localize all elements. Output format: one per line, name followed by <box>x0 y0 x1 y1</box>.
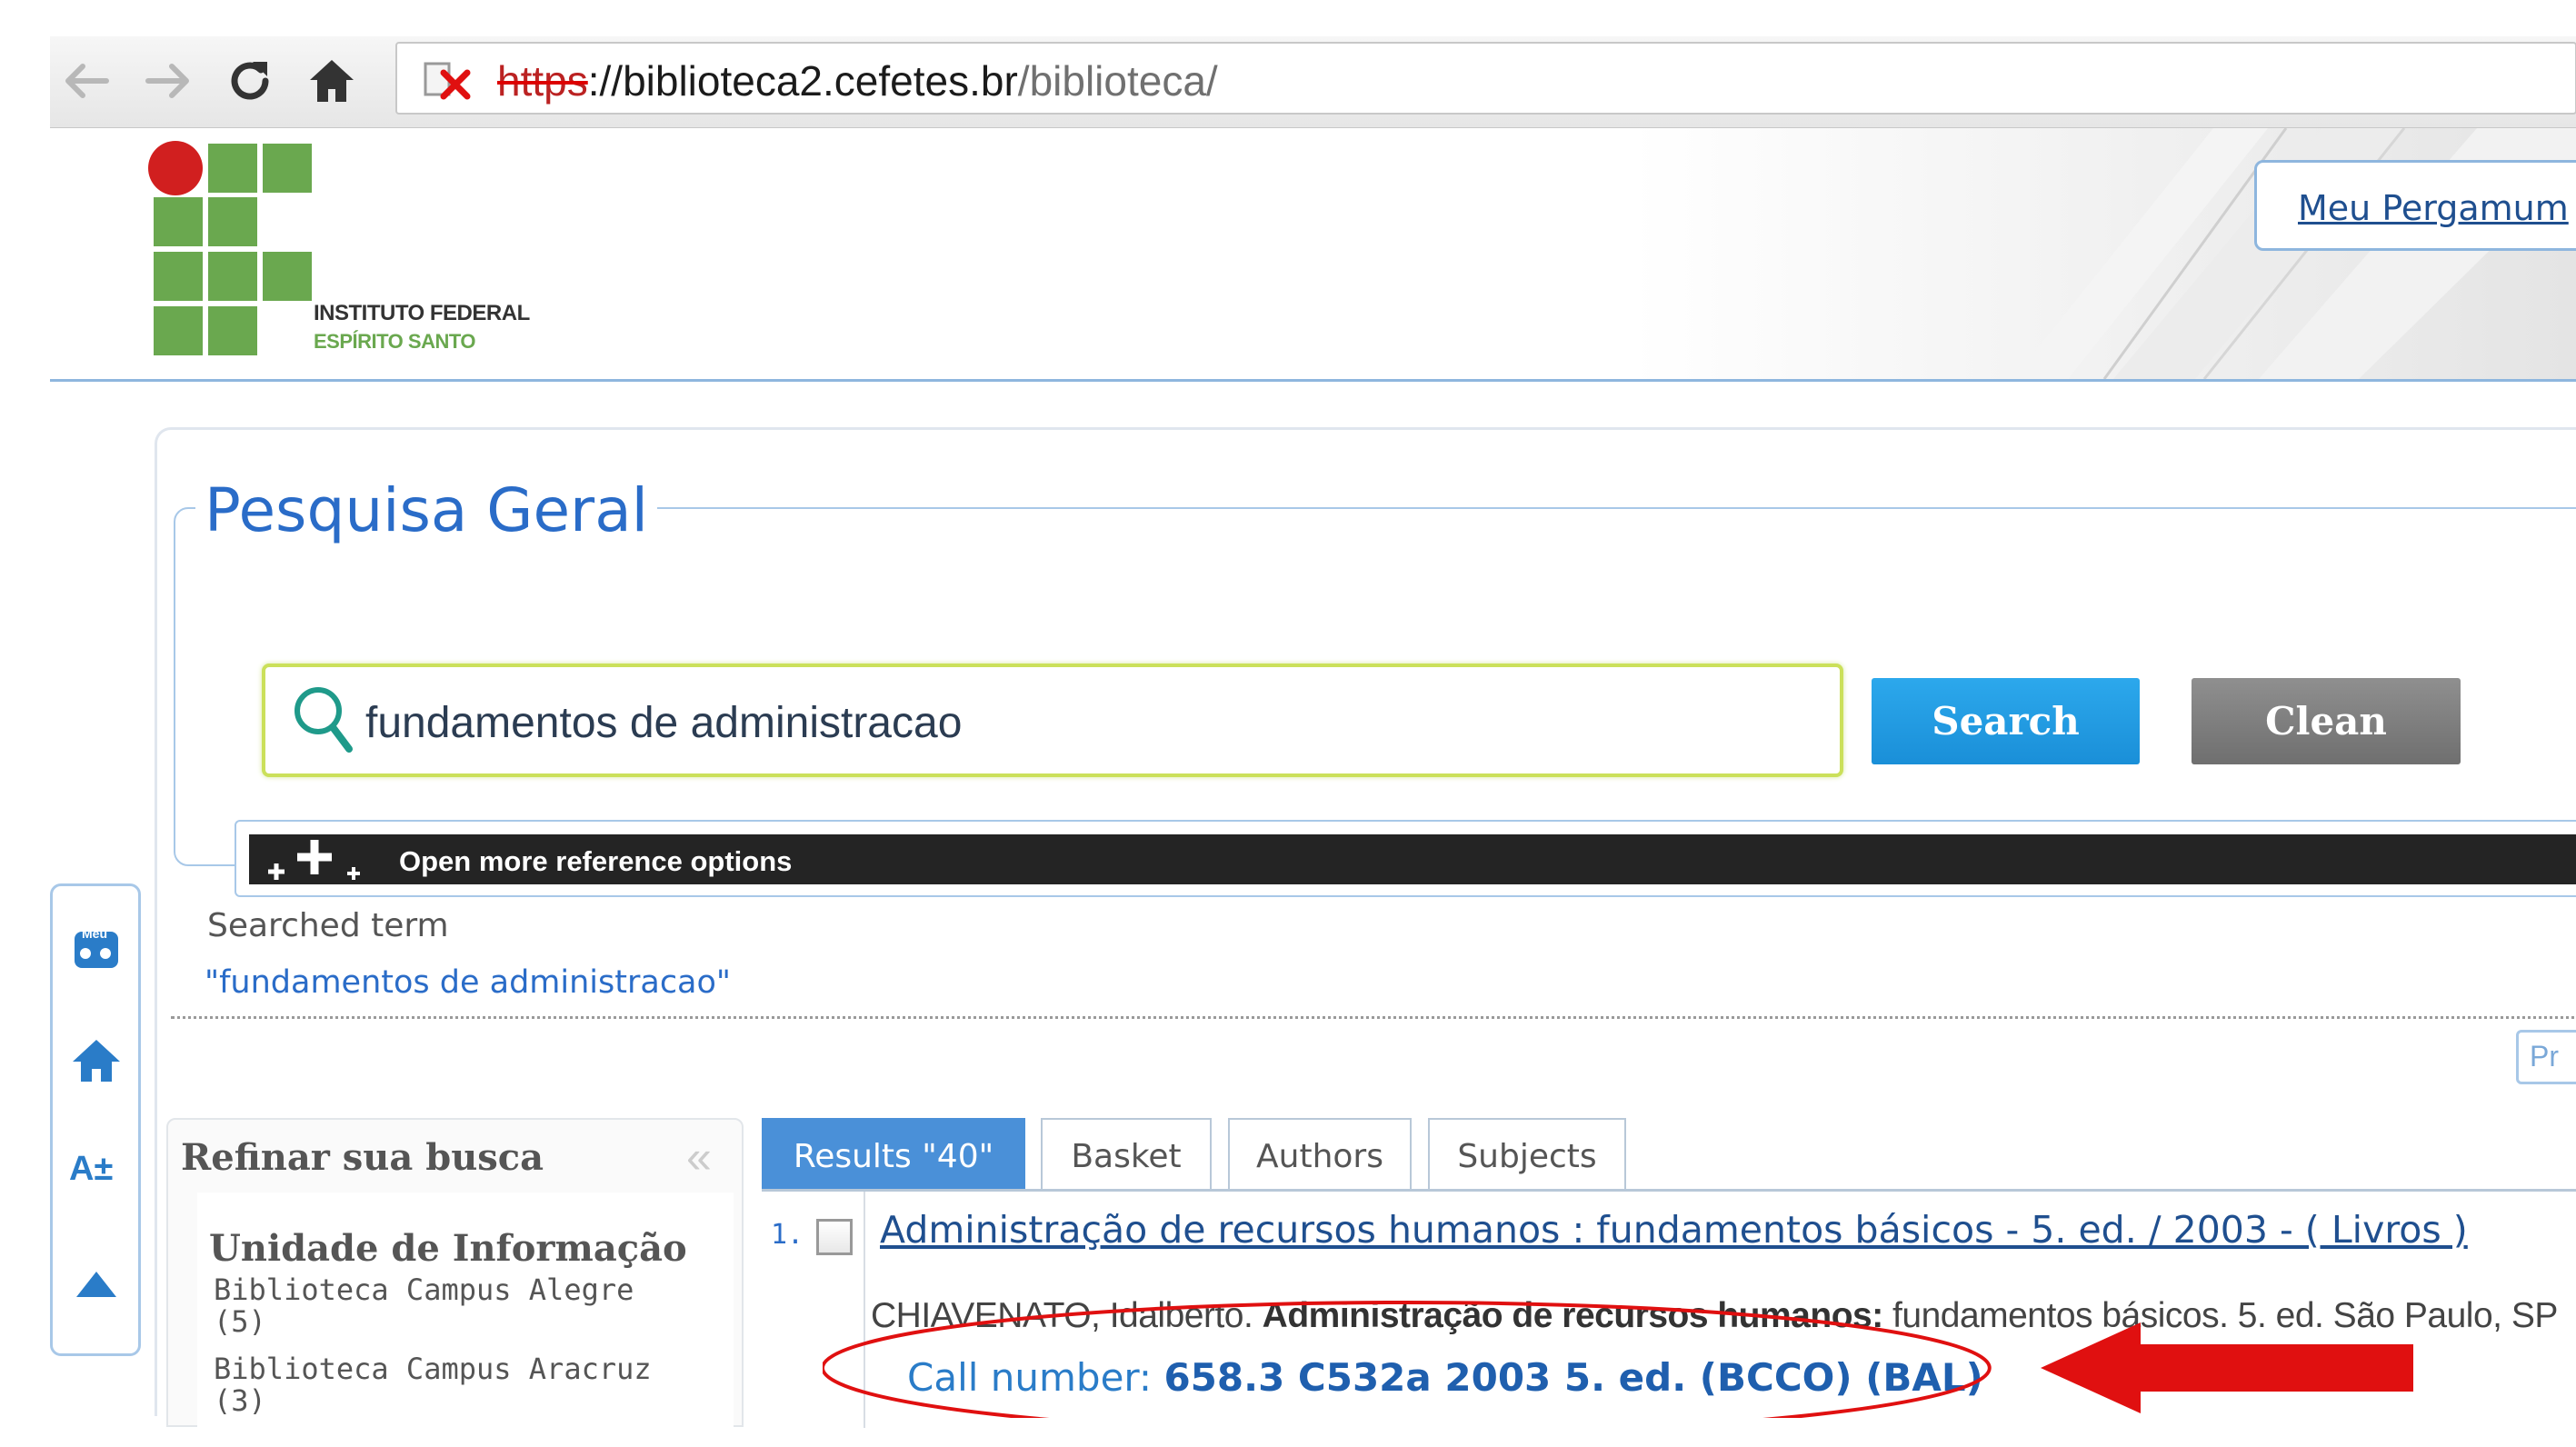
unidade-title: Unidade de Informação <box>209 1227 687 1270</box>
row-divider <box>864 1192 865 1428</box>
searched-term-box: Searched term "fundamentos de administra… <box>171 893 2576 1019</box>
more-options-label: Open more reference options <box>399 845 793 877</box>
tab-authors[interactable]: Authors <box>1228 1118 1412 1191</box>
reload-icon <box>231 62 269 100</box>
back-button[interactable] <box>55 49 118 113</box>
meu-pergamum-link[interactable]: Meu Pergamum <box>2298 188 2569 228</box>
plus-icon <box>268 840 360 880</box>
searched-term-label: Searched term <box>207 907 449 944</box>
search-title: Pesquisa Geral <box>195 475 657 545</box>
scroll-top-button[interactable] <box>73 1268 120 1305</box>
result-number: 1. <box>771 1219 804 1251</box>
home-blue-icon <box>73 1040 120 1082</box>
side-toolbar: Meu A± <box>50 883 141 1356</box>
result-title-link[interactable]: Administração de recursos humanos : fund… <box>880 1208 2468 1252</box>
searched-term-value: "fundamentos de administracao" <box>205 964 732 1001</box>
site-header: INSTITUTO FEDERAL ESPÍRITO SANTO Meu Per… <box>50 128 2576 382</box>
meu-button[interactable]: Meu <box>71 923 122 978</box>
call-number-label: Call number: <box>907 1355 1164 1400</box>
meu-pergamum-tab[interactable]: Meu Pergamum <box>2254 160 2576 251</box>
library-count: (3) <box>214 1383 266 1418</box>
institution-logo <box>148 141 312 355</box>
up-arrow-icon <box>76 1272 116 1297</box>
url-path: /biblioteca/ <box>1017 57 1218 105</box>
home-shortcut-button[interactable] <box>69 1036 124 1090</box>
institution-state: ESPÍRITO SANTO <box>314 330 476 353</box>
clean-button[interactable]: Clean <box>2192 678 2461 764</box>
main-panel: Search Clean Open more reference options… <box>155 427 2576 1447</box>
address-bar[interactable]: https://biblioteca2.cefetes.br/bibliotec… <box>395 42 2576 115</box>
url-text: https://biblioteca2.cefetes.br/bibliotec… <box>497 56 1218 105</box>
library-name[interactable]: Biblioteca Campus Aracruz <box>214 1352 652 1386</box>
library-count: (5) <box>214 1304 266 1339</box>
insecure-lock-icon <box>424 62 471 100</box>
meu-icon-label: Meu <box>82 926 107 941</box>
url-host: ://biblioteca2.cefetes.br <box>587 57 1018 105</box>
home-icon <box>310 60 354 102</box>
search-input[interactable] <box>365 691 1820 754</box>
url-scheme: https <box>497 57 588 105</box>
result-checkbox[interactable] <box>816 1219 853 1255</box>
forward-arrow-icon <box>145 64 189 98</box>
tab-results[interactable]: Results "40" <box>762 1118 1025 1191</box>
annotation-arrow <box>2041 1322 2413 1413</box>
library-name[interactable]: Biblioteca Campus Alegre <box>214 1272 634 1307</box>
refine-title: Refinar sua busca <box>181 1136 544 1179</box>
result-author: CHIAVENATO, Idalberto. <box>871 1296 1253 1335</box>
more-options-toggle[interactable]: Open more reference options <box>235 820 2576 897</box>
home-button[interactable] <box>300 49 364 113</box>
call-number-line: Call number: 658.3 C532a 2003 5. ed. (BC… <box>907 1355 1983 1400</box>
tab-basket[interactable]: Basket <box>1041 1118 1212 1191</box>
call-number-value: 658.3 C532a 2003 5. ed. (BCCO) (BAL) <box>1163 1355 1983 1400</box>
library-filter-item[interactable]: Biblioteca Campus Aracruz <box>214 1352 652 1386</box>
search-button[interactable]: Search <box>1872 678 2140 764</box>
font-size-button[interactable]: A± <box>69 1150 113 1189</box>
reload-button[interactable] <box>218 49 282 113</box>
result-work-title: Administração de recursos humanos: <box>1262 1296 1884 1335</box>
search-fieldset: Search Clean Open more reference options <box>174 507 2576 897</box>
refine-collapse-button[interactable]: « <box>686 1131 712 1183</box>
browser-toolbar: https://biblioteca2.cefetes.br/bibliotec… <box>50 36 2576 128</box>
pr-button[interactable]: Pr <box>2516 1030 2576 1084</box>
search-magnifier-icon <box>295 687 353 753</box>
institution-name: INSTITUTO FEDERAL <box>314 301 530 325</box>
more-options-bar: Open more reference options <box>249 834 2576 884</box>
library-filter-item[interactable]: Biblioteca Campus Alegre <box>214 1272 634 1307</box>
refine-panel: Refinar sua busca « Unidade de Informaçã… <box>166 1118 744 1447</box>
back-arrow-icon <box>65 64 109 98</box>
search-box[interactable] <box>262 664 1843 777</box>
forward-button[interactable] <box>136 49 200 113</box>
tab-subjects[interactable]: Subjects <box>1428 1118 1626 1191</box>
